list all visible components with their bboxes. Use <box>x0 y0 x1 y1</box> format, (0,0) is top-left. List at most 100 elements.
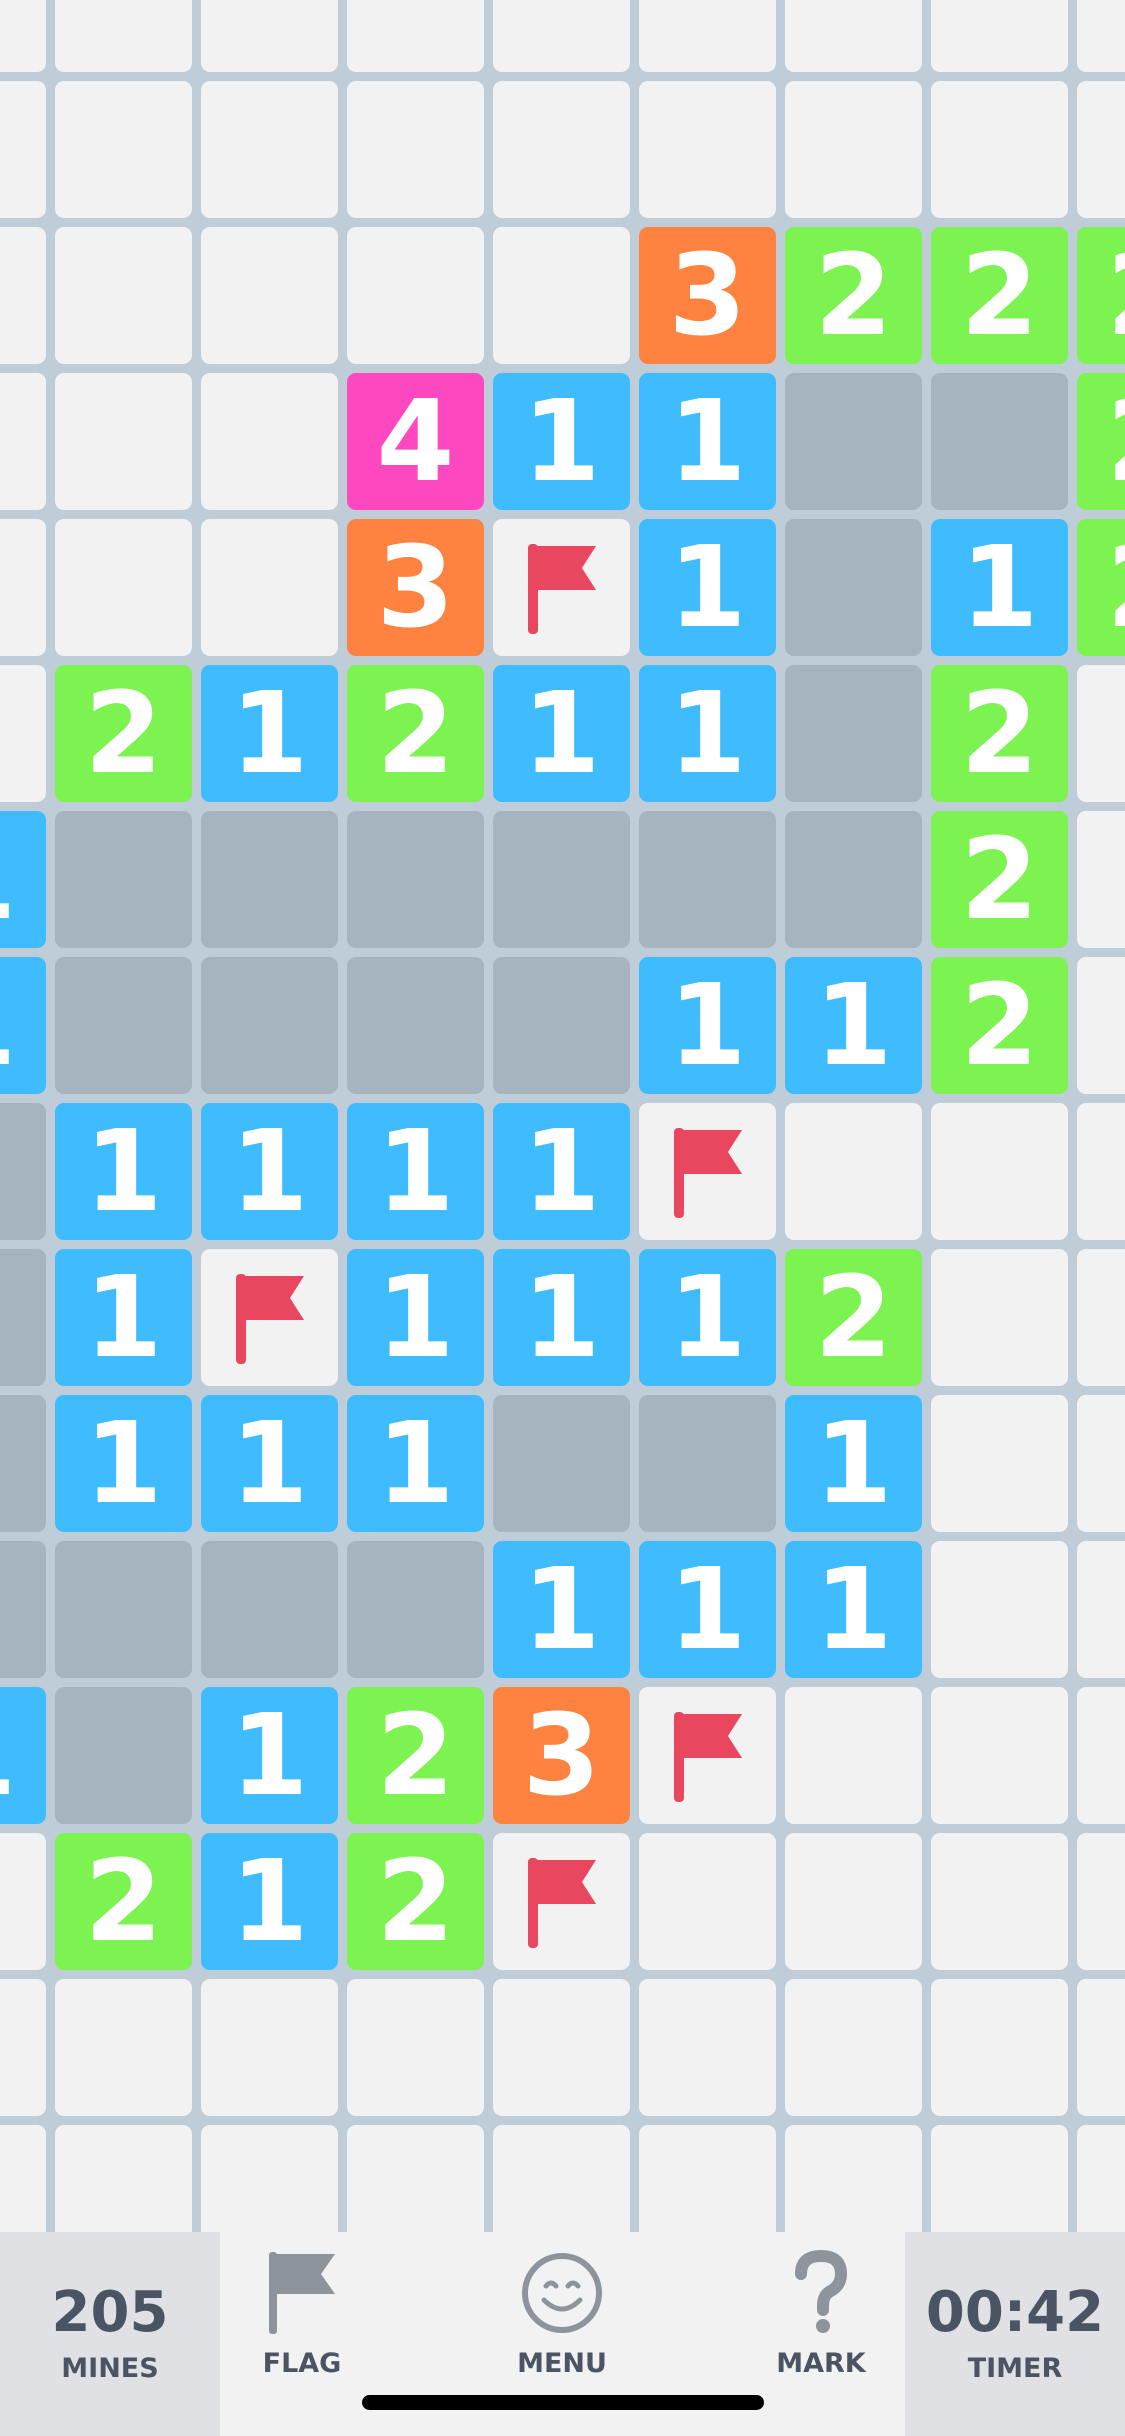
empty-cell[interactable] <box>0 1249 46 1386</box>
hidden-cell[interactable] <box>931 1979 1068 2116</box>
number-cell[interactable]: 1 <box>0 1687 46 1824</box>
number-cell[interactable]: 1 <box>201 1395 338 1532</box>
hidden-cell[interactable] <box>1077 1249 1125 1386</box>
empty-cell[interactable] <box>201 811 338 948</box>
number-cell[interactable]: 2 <box>931 957 1068 1094</box>
hidden-cell[interactable] <box>55 519 192 656</box>
hidden-cell[interactable] <box>201 81 338 218</box>
number-cell[interactable]: 1 <box>639 665 776 802</box>
number-cell[interactable]: 1 <box>639 1541 776 1678</box>
hidden-cell[interactable] <box>785 2125 922 2232</box>
number-cell[interactable]: 1 <box>347 1249 484 1386</box>
number-cell[interactable]: 1 <box>785 957 922 1094</box>
number-cell[interactable]: 2 <box>347 1687 484 1824</box>
hidden-cell[interactable] <box>0 227 46 364</box>
number-cell[interactable]: 1 <box>493 373 630 510</box>
hidden-cell[interactable] <box>55 227 192 364</box>
empty-cell[interactable] <box>493 957 630 1094</box>
empty-cell[interactable] <box>55 1687 192 1824</box>
hidden-cell[interactable] <box>347 81 484 218</box>
empty-cell[interactable] <box>493 1395 630 1532</box>
number-cell[interactable]: 3 <box>639 227 776 364</box>
empty-cell[interactable] <box>55 957 192 1094</box>
hidden-cell[interactable] <box>931 1833 1068 1970</box>
hidden-cell[interactable] <box>0 0 46 72</box>
empty-cell[interactable] <box>639 1395 776 1532</box>
hidden-cell[interactable] <box>0 2125 46 2232</box>
hidden-cell[interactable] <box>639 2125 776 2232</box>
hidden-cell[interactable] <box>1077 1979 1125 2116</box>
number-cell[interactable]: 1 <box>931 519 1068 656</box>
hidden-cell[interactable] <box>1077 1833 1125 1970</box>
hidden-cell[interactable] <box>55 2125 192 2232</box>
number-cell[interactable]: 1 <box>0 957 46 1094</box>
empty-cell[interactable] <box>931 373 1068 510</box>
hidden-cell[interactable] <box>931 2125 1068 2232</box>
flagged-cell[interactable] <box>201 1249 338 1386</box>
hidden-cell[interactable] <box>201 2125 338 2232</box>
empty-cell[interactable] <box>201 1541 338 1678</box>
hidden-cell[interactable] <box>1077 811 1125 948</box>
hidden-cell[interactable] <box>347 2125 484 2232</box>
empty-cell[interactable] <box>347 957 484 1094</box>
hidden-cell[interactable] <box>1077 665 1125 802</box>
hidden-cell[interactable] <box>931 1249 1068 1386</box>
hidden-cell[interactable] <box>201 519 338 656</box>
hidden-cell[interactable] <box>493 2125 630 2232</box>
hidden-cell[interactable] <box>785 0 922 72</box>
hidden-cell[interactable] <box>0 519 46 656</box>
flagged-cell[interactable] <box>639 1103 776 1240</box>
hidden-cell[interactable] <box>201 0 338 72</box>
number-cell[interactable]: 1 <box>0 811 46 948</box>
minesweeper-board[interactable]: 3222411231122121121211121111111121111111… <box>0 0 1125 2232</box>
number-cell[interactable]: 1 <box>201 665 338 802</box>
hidden-cell[interactable] <box>0 1833 46 1970</box>
hidden-cell[interactable] <box>0 1979 46 2116</box>
number-cell[interactable]: 2 <box>55 665 192 802</box>
number-cell[interactable]: 2 <box>55 1833 192 1970</box>
empty-cell[interactable] <box>55 811 192 948</box>
hidden-cell[interactable] <box>931 0 1068 72</box>
hidden-cell[interactable] <box>493 227 630 364</box>
number-cell[interactable]: 1 <box>201 1687 338 1824</box>
empty-cell[interactable] <box>785 519 922 656</box>
hidden-cell[interactable] <box>785 1687 922 1824</box>
hidden-cell[interactable] <box>785 81 922 218</box>
hidden-cell[interactable] <box>639 1979 776 2116</box>
hidden-cell[interactable] <box>1077 0 1125 72</box>
number-cell[interactable]: 1 <box>493 1103 630 1240</box>
number-cell[interactable]: 4 <box>347 373 484 510</box>
flagged-cell[interactable] <box>493 519 630 656</box>
empty-cell[interactable] <box>785 811 922 948</box>
number-cell[interactable]: 1 <box>785 1395 922 1532</box>
hidden-cell[interactable] <box>1077 2125 1125 2232</box>
number-cell[interactable]: 2 <box>1077 227 1125 364</box>
hidden-cell[interactable] <box>493 0 630 72</box>
hidden-cell[interactable] <box>0 665 46 802</box>
hidden-cell[interactable] <box>1077 1687 1125 1824</box>
hidden-cell[interactable] <box>55 81 192 218</box>
hidden-cell[interactable] <box>639 1833 776 1970</box>
hidden-cell[interactable] <box>201 373 338 510</box>
hidden-cell[interactable] <box>1077 1103 1125 1240</box>
hidden-cell[interactable] <box>55 373 192 510</box>
number-cell[interactable]: 2 <box>347 1833 484 1970</box>
hidden-cell[interactable] <box>493 81 630 218</box>
empty-cell[interactable] <box>493 811 630 948</box>
number-cell[interactable]: 1 <box>201 1103 338 1240</box>
hidden-cell[interactable] <box>55 0 192 72</box>
hidden-cell[interactable] <box>1077 957 1125 1094</box>
hidden-cell[interactable] <box>931 1103 1068 1240</box>
hidden-cell[interactable] <box>785 1103 922 1240</box>
number-cell[interactable]: 2 <box>785 1249 922 1386</box>
number-cell[interactable]: 2 <box>931 227 1068 364</box>
flagged-cell[interactable] <box>493 1833 630 1970</box>
hidden-cell[interactable] <box>785 1833 922 1970</box>
empty-cell[interactable] <box>0 1541 46 1678</box>
empty-cell[interactable] <box>347 811 484 948</box>
hidden-cell[interactable] <box>0 81 46 218</box>
number-cell[interactable]: 1 <box>347 1103 484 1240</box>
empty-cell[interactable] <box>347 1541 484 1678</box>
hidden-cell[interactable] <box>931 81 1068 218</box>
empty-cell[interactable] <box>0 1103 46 1240</box>
